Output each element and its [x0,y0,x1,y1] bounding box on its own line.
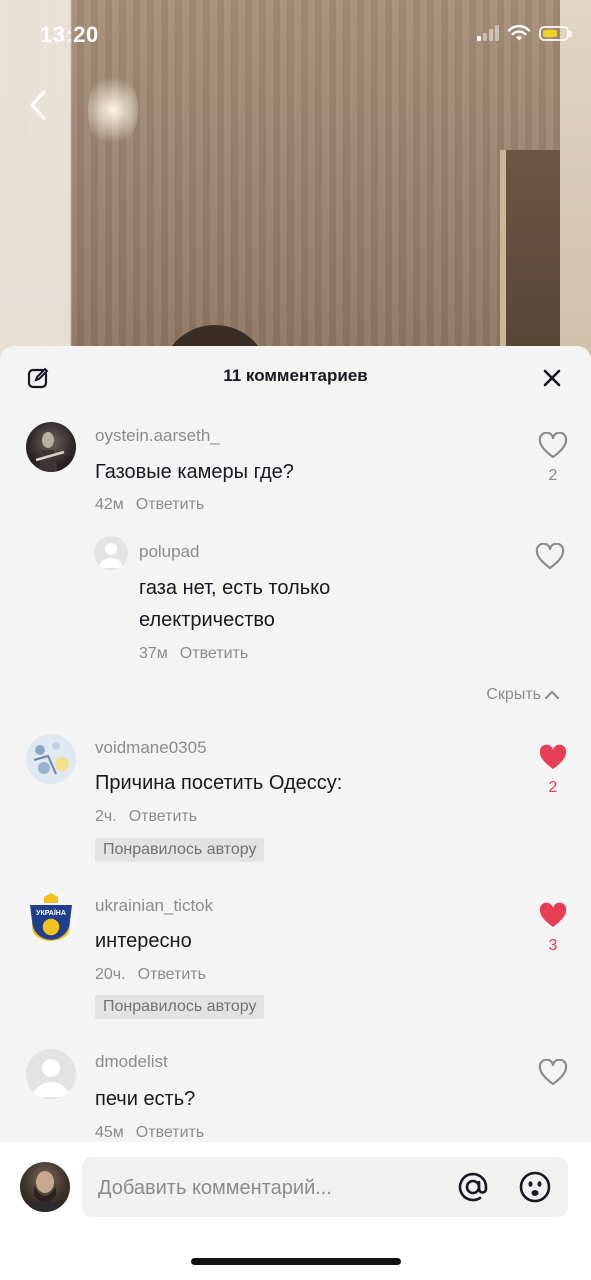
comment-meta: 42м Ответить [95,496,204,514]
reply-button[interactable]: Ответить [138,966,206,983]
comment-username[interactable]: oystein.aarseth_ [95,426,220,446]
current-user-avatar [20,1162,70,1212]
reply-button[interactable]: Ответить [136,496,204,513]
reply-button[interactable]: Ответить [136,1124,204,1141]
avatar[interactable] [26,422,76,472]
comment-username[interactable]: ukrainian_tictok [95,896,213,916]
comment-text: Причина посетить Одессу: [95,772,343,794]
status-bar: 13:20 [0,0,591,70]
liked-by-author-badge: Понравилось автору [95,995,265,1019]
comment-text: Газовые камеры где? [95,461,294,483]
like-button[interactable] [533,1058,573,1092]
liked-by-author-badge: Понравилось автору [95,838,265,862]
hide-replies-button[interactable]: Скрыть [486,686,559,704]
avatar[interactable] [26,734,76,784]
comment-username[interactable]: voidmane0305 [95,738,207,758]
like-button[interactable]: 3 [533,902,573,955]
heart-outline-icon [538,431,568,459]
video-light [88,70,138,150]
heart-filled-icon [539,744,567,769]
heart-outline-icon [535,542,565,570]
emoji-icon[interactable] [518,1170,552,1204]
mention-icon[interactable] [456,1170,490,1204]
like-button[interactable]: 2 [533,744,573,797]
heart-filled-icon [539,902,567,927]
reply-age: 37м [139,645,168,662]
svg-text:УКРАЇНА: УКРАЇНА [36,909,66,917]
comment-age: 45м [95,1124,124,1141]
avatar[interactable]: УКРАЇНА [26,891,76,941]
comment-text: печи есть? [95,1088,196,1110]
reply-meta: 37м Ответить [139,645,248,663]
comment-input[interactable] [96,1157,440,1219]
comment-age: 20ч. [95,966,126,983]
default-avatar-icon [33,1059,69,1097]
wifi-icon [507,25,531,41]
like-button[interactable] [530,542,570,576]
avatar-photo [35,432,65,472]
default-avatar-icon [99,543,123,568]
comments-header: 11 комментариев [0,346,591,408]
like-count: 2 [548,467,558,484]
comment-text: интересно [95,930,192,952]
ukraine-football-logo-icon: УКРАЇНА [30,893,72,941]
chevron-up-icon [545,690,559,699]
home-indicator-bar [191,1258,401,1265]
back-arrow-icon[interactable] [26,88,52,122]
avatar[interactable] [26,1049,76,1099]
comment-meta: 2ч. Ответить [95,808,197,826]
status-time: 13:20 [40,22,99,47]
close-icon[interactable] [541,367,563,389]
video-door [500,150,568,350]
heart-outline-icon [538,1058,568,1086]
comment-age: 2ч. [95,808,117,825]
comment-meta: 20ч. Ответить [95,966,206,984]
comment-username[interactable]: dmodelist [95,1052,168,1072]
like-button[interactable]: 2 [533,431,573,485]
reply-text: газа нет, есть только [139,577,331,599]
comments-count-title: 11 комментариев [223,366,368,385]
like-count: 2 [548,779,558,796]
reply-button[interactable]: Ответить [180,645,248,662]
reply-text: електричество [139,609,275,631]
hide-replies-label: Скрыть [486,686,541,703]
battery-icon [539,25,572,41]
comment-input-container [82,1157,568,1219]
status-icons [477,24,572,42]
reply-button[interactable]: Ответить [129,808,197,825]
like-count: 3 [548,937,558,954]
avatar[interactable] [94,536,128,570]
avatar-photo [33,742,69,775]
comment-age: 42м [95,496,124,513]
reply-username[interactable]: polupad [139,542,200,562]
comments-sheet: 11 комментариев oystein.aarseth_ Газовые… [0,346,591,1280]
avatar-photo [28,1171,62,1212]
cellular-signal-icon [477,25,499,41]
comment-meta: 45м Ответить [95,1124,204,1142]
